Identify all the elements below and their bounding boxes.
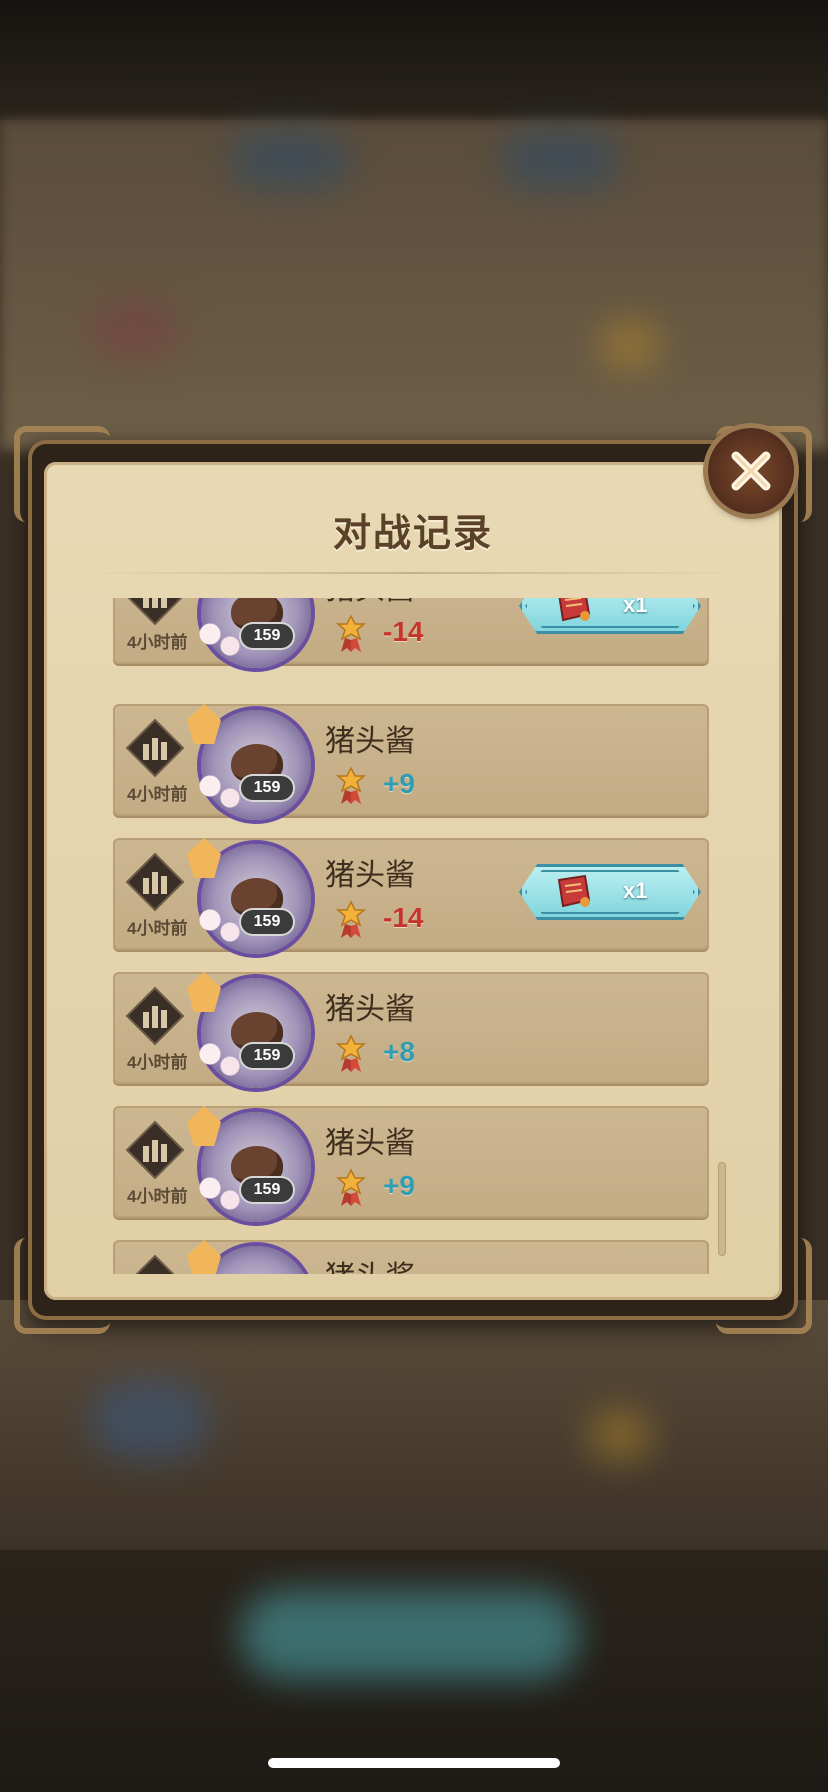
medal-icon [335, 1168, 367, 1206]
rank-bars-icon [125, 1120, 185, 1180]
rank-bars-icon [127, 598, 183, 626]
medal-icon [335, 1034, 367, 1072]
record-row[interactable]: 猪头酱 [113, 1240, 709, 1274]
reward-count: x1 [623, 598, 648, 617]
opponent-avatar[interactable] [187, 704, 311, 820]
battle-record-list[interactable]: 4小时前 159 猪头酱 -14 x1 4小 [113, 598, 709, 1274]
record-row[interactable]: 4小时前 159 猪头酱 -14 x1 [113, 838, 709, 954]
opponent-level: 159 [241, 910, 293, 934]
reward-button[interactable]: x1 [519, 598, 701, 634]
ticket-icon [557, 874, 591, 908]
score-change: -14 [383, 902, 424, 933]
record-row[interactable]: 4小时前 159 猪头酱 +8 [113, 972, 709, 1088]
record-row[interactable]: 4小时前 159 猪头酱 -14 x1 [113, 598, 709, 668]
opponent-avatar[interactable] [187, 972, 311, 1088]
opponent-level: 159 [241, 776, 293, 800]
record-row[interactable]: 4小时前 159 猪头酱 +9 [113, 1106, 709, 1222]
close-button[interactable] [708, 428, 794, 514]
close-icon [731, 451, 771, 491]
rank-bars-icon [125, 718, 185, 778]
reward-button[interactable]: x1 [519, 864, 701, 920]
opponent-name: 猪头酱 [325, 1126, 415, 1161]
dialog-title: 对战记录 [332, 511, 493, 555]
rank-bars-icon [135, 1254, 175, 1274]
opponent-name: 猪头酱 [325, 598, 415, 608]
opponent-level: 159 [241, 624, 293, 648]
record-row[interactable]: 4小时前 159 猪头酱 +9 [113, 704, 709, 820]
medal-icon [335, 614, 367, 652]
opponent-name: 猪头酱 [325, 1252, 415, 1274]
medal-icon [335, 766, 367, 804]
record-time: 4小时前 [127, 1187, 188, 1206]
score-change: +9 [383, 1170, 415, 1201]
ticket-icon [558, 598, 591, 622]
opponent-level: 159 [241, 1178, 293, 1202]
opponent-name: 猪头酱 [325, 992, 415, 1027]
opponent-avatar[interactable] [187, 838, 311, 954]
opponent-name: 猪头酱 [325, 724, 415, 759]
opponent-avatar[interactable] [187, 1240, 311, 1274]
record-time: 4小时前 [127, 785, 188, 804]
scrollbar[interactable] [718, 1162, 726, 1256]
rank-bars-icon [125, 986, 185, 1046]
score-change: +9 [383, 768, 415, 799]
record-time: 4小时前 [127, 633, 188, 652]
score-change: +8 [383, 1036, 415, 1067]
reward-count: x1 [623, 878, 648, 903]
opponent-level: 159 [241, 1044, 293, 1068]
medal-icon [335, 900, 367, 938]
score-change: -14 [383, 616, 424, 647]
opponent-avatar[interactable] [187, 1106, 311, 1222]
record-time: 4小时前 [127, 919, 188, 938]
rank-bars-icon [125, 852, 185, 912]
home-indicator[interactable] [268, 1758, 560, 1768]
opponent-name: 猪头酱 [325, 858, 415, 893]
title-divider [84, 572, 742, 574]
record-time: 4小时前 [127, 1053, 188, 1072]
